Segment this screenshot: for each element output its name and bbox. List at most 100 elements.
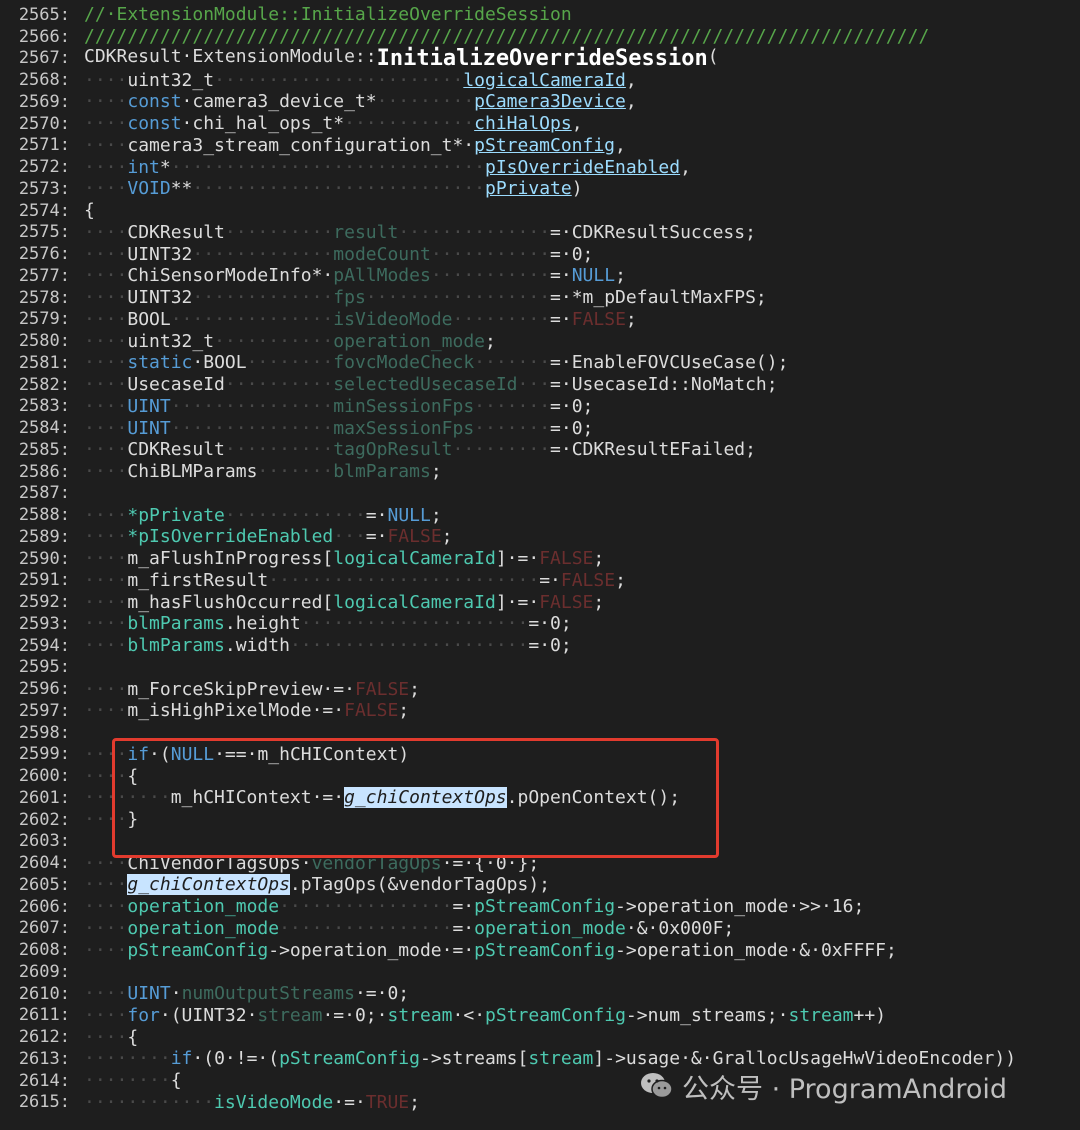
code-token: ·············· xyxy=(398,221,551,243)
code-token: m_isHighPixelMode·=· xyxy=(127,700,345,722)
code-token: =· xyxy=(452,917,475,939)
code-token: ·=· xyxy=(333,1091,366,1113)
code-line: 2611: ···· for ·(UINT32· stream ·=·0;· stream ·… xyxy=(0,1005,1080,1027)
code-text[interactable]: ···· UINT32 ············· fps ··············… xyxy=(84,287,767,308)
code-text[interactable]: ////////////////////////////////////////… xyxy=(84,26,929,47)
code-text[interactable]: ···· for ·(UINT32· stream ·=·0;· stream ·<· pSt… xyxy=(84,1005,886,1026)
line-number: 2595: xyxy=(18,657,70,678)
line-number: 2585: xyxy=(18,439,70,460)
code-text[interactable]: ···· if ·(NULL ·==·m_hCHIContext) xyxy=(84,744,409,765)
code-token: ·(0·!=·( xyxy=(192,1048,280,1070)
code-text[interactable]: ···· m_firstResult ·······················… xyxy=(84,570,626,591)
code-text[interactable]: ···· UINT · numOutputStreams ·=·0; xyxy=(84,983,409,1004)
code-text[interactable]: ····{ xyxy=(84,1027,138,1048)
code-text[interactable]: ···· const ·chi_hal_ops_t* ············ chiH… xyxy=(84,113,583,134)
code-line: 2571: ···· camera3_stream_configuration_t*… xyxy=(0,135,1080,157)
code-text[interactable]: ···· const ·camera3_device_t* ········· pCam… xyxy=(84,91,637,112)
code-token: ········· xyxy=(376,91,475,113)
code-line: 2599: ···· if ·(NULL ·==·m_hCHIContext) xyxy=(0,744,1080,766)
code-text[interactable]: ···· m_aFlushInProgress[logicalCameraId]·… xyxy=(84,548,604,569)
code-text[interactable]: ········{ xyxy=(84,1070,182,1091)
code-token: ···· xyxy=(84,765,128,787)
code-text[interactable]: ···· static ·BOOL ········ fovcModeCheck ····… xyxy=(84,352,788,373)
line-number: 2602: xyxy=(18,809,70,830)
code-line: 2600: ····{ xyxy=(0,765,1080,787)
code-text[interactable]: ···· blmParams .height ····················… xyxy=(84,613,572,634)
code-token: UsecaseId xyxy=(127,374,225,396)
code-text[interactable]: ···· CDKResult ·········· tagOpResult ······… xyxy=(84,439,756,460)
line-number: 2613: xyxy=(18,1048,70,1069)
code-text[interactable]: ···· *pIsOverrideEnabled ··· =· FALSE; xyxy=(84,526,453,547)
line-number: 2567: xyxy=(18,48,70,69)
code-text[interactable]: ········ m_hCHIContext·=· g_chiContextOps.… xyxy=(84,787,680,809)
code-token: result xyxy=(333,221,399,243)
code-text[interactable]: ···· m_hasFlushOccurred[logicalCameraId]·… xyxy=(84,592,604,613)
code-token: ···· xyxy=(84,526,128,548)
code-token: pStreamConfig xyxy=(474,134,616,156)
code-text[interactable]: ···· VOID ** ··························· pPr… xyxy=(84,178,583,199)
code-text[interactable]: ···· uint32_t ······················· logic… xyxy=(84,70,637,91)
code-text[interactable]: ···· *pPrivate ············· =· NULL; xyxy=(84,505,442,526)
code-text[interactable]: ···· pStreamConfig ->operation_mode·=· pStr… xyxy=(84,940,897,961)
code-token: stream xyxy=(528,1048,594,1070)
code-text[interactable]: ···· g_chiContextOps .pTagOps(&vendorTagOp… xyxy=(84,874,550,896)
code-text[interactable]: ···· UINT32 ············· modeCount ········… xyxy=(84,244,593,265)
code-text[interactable]: ····} xyxy=(84,809,138,830)
code-token: ···· xyxy=(84,1004,128,1026)
code-text[interactable]: ···· UINT ··············· minSessionFps ····… xyxy=(84,396,593,417)
code-token: =·*m_pDefaultMaxFPS; xyxy=(550,287,767,309)
code-text[interactable]: { xyxy=(84,200,95,221)
code-token: operation_mode xyxy=(127,896,280,918)
code-token: ·chi_hal_ops_t* xyxy=(181,113,345,135)
code-text[interactable]: ···· m_isHighPixelMode·=· FALSE; xyxy=(84,700,409,721)
code-token: { xyxy=(170,1070,182,1092)
code-text[interactable]: ···· operation_mode ················ =· pStr… xyxy=(84,896,864,917)
code-text[interactable]: ···· uint32_t ··········· operation_mode; xyxy=(84,331,496,352)
line-number: 2578: xyxy=(18,287,70,308)
code-token: pAllModes xyxy=(333,265,431,287)
line-number: 2591: xyxy=(18,570,70,591)
code-token: ////////////////////////////////////////… xyxy=(84,26,930,48)
code-token: =·CDKResultEFailed; xyxy=(550,439,756,461)
code-text[interactable]: ···· ChiSensorModeInfo*· pAllModes ········… xyxy=(84,265,626,286)
code-text[interactable]: CDKResult·ExtensionModule:: InitializeOve… xyxy=(84,46,719,71)
code-token: selectedUsecaseId xyxy=(333,374,518,396)
code-text[interactable]: ············ isVideoMode ·=· TRUE; xyxy=(84,1092,420,1113)
code-token: operation_mode xyxy=(333,330,485,352)
code-text[interactable]: ···· UINT ··············· maxSessionFps ····… xyxy=(84,418,593,439)
code-token: ++) xyxy=(853,1004,887,1026)
code-line: 2566: ///////////////////////////////////… xyxy=(0,26,1080,48)
code-token: ···· xyxy=(84,700,128,722)
code-text[interactable]: ···· ChiBLMParams ······· blmParams; xyxy=(84,461,442,482)
code-line: 2591: ···· m_firstResult ··················… xyxy=(0,570,1080,592)
code-text[interactable]: ···· blmParams .width ·····················… xyxy=(84,635,572,656)
code-text[interactable]: //·ExtensionModule::InitializeOverrideSe… xyxy=(84,4,572,25)
code-token: ; xyxy=(430,504,442,526)
code-text[interactable]: ···· operation_mode ················ =· oper… xyxy=(84,918,734,939)
code-token: ChiBLMParams xyxy=(127,461,258,483)
code-token: ; xyxy=(625,308,637,330)
code-text[interactable]: ···· int * ····························· pIs… xyxy=(84,157,691,178)
code-text[interactable]: ···· m_ForceSkipPreview·=· FALSE; xyxy=(84,679,420,700)
line-number: 2582: xyxy=(18,374,70,395)
code-editor[interactable]: 2565: //·ExtensionModule::InitializeOverr… xyxy=(0,0,1080,1130)
code-token: NULL xyxy=(170,743,215,765)
code-token: ········· xyxy=(452,308,551,330)
code-token: ; xyxy=(615,265,626,287)
code-text[interactable]: ···· camera3_stream_configuration_t*· pStr… xyxy=(84,135,626,156)
code-token: =·CDKResultSuccess; xyxy=(550,221,756,243)
code-text[interactable]: ···· UsecaseId ·········· selectedUsecaseId… xyxy=(84,374,778,395)
code-token: ···· xyxy=(84,939,128,961)
code-token: const xyxy=(127,113,182,135)
code-text[interactable]: ···· BOOL ··············· isVideoMode ······… xyxy=(84,309,637,330)
code-token: ···· xyxy=(84,917,128,939)
code-token: ··············· xyxy=(170,395,334,417)
code-token: ; xyxy=(441,526,453,548)
code-text[interactable]: ····{ xyxy=(84,766,138,787)
code-line: 2604: ···· ChiVendorTagsOps· vendorTagOps ·=… xyxy=(0,852,1080,874)
code-token: =· xyxy=(550,265,572,287)
code-text[interactable]: ···· CDKResult ·········· result ···········… xyxy=(84,222,756,243)
code-token: ··········· xyxy=(430,265,551,287)
code-token: InitializeOverrideSession xyxy=(376,45,708,71)
code-text[interactable]: ···· ChiVendorTagsOps· vendorTagOps ·=·{·0·… xyxy=(84,853,539,874)
